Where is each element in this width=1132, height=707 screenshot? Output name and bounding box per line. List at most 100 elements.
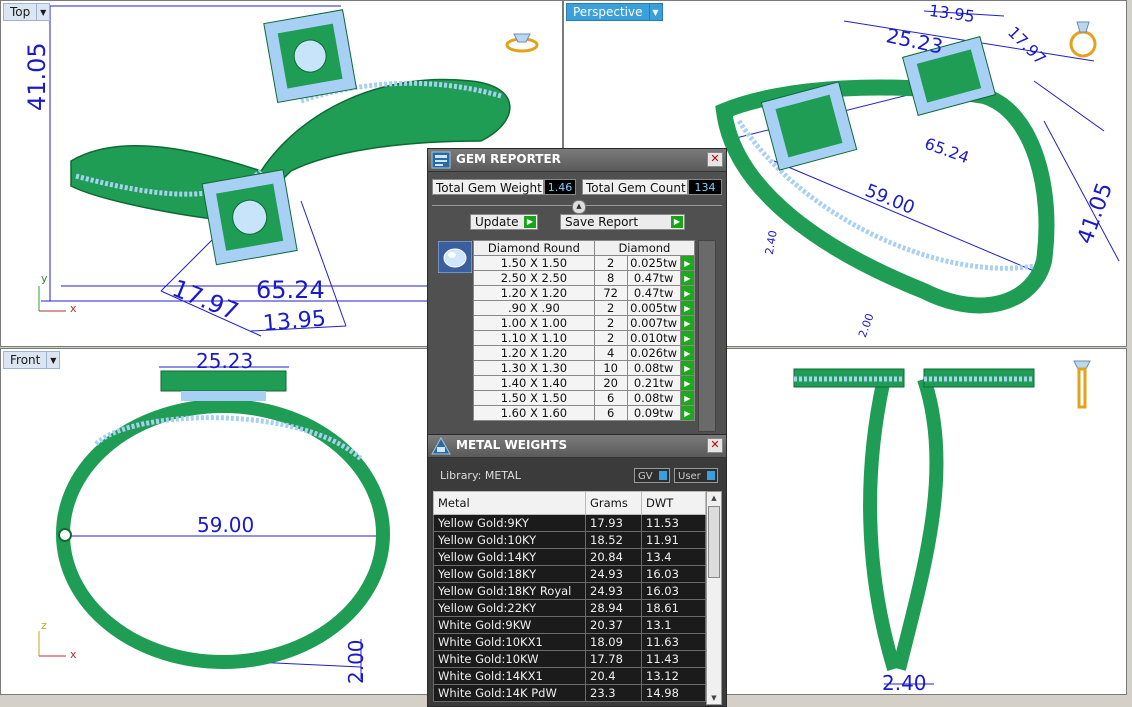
metal-weights-close-button[interactable]: ✕ — [707, 438, 723, 453]
metal-row[interactable]: White Gold:9KW 20.37 13.1 — [433, 616, 706, 634]
gem-count: 8 — [593, 270, 628, 286]
axis-x-label: x — [70, 302, 77, 315]
total-gem-count-label: Total Gem Count — [582, 179, 688, 195]
gem-row[interactable]: .90 X .90 2 0.005tw ▶ — [473, 300, 696, 316]
gem-row[interactable]: 1.40 X 1.40 20 0.21tw ▶ — [473, 375, 696, 391]
chevron-down-icon[interactable]: ▼ — [36, 4, 49, 20]
gem-count: 2 — [593, 255, 628, 271]
gem-reporter-panel[interactable]: GEM REPORTER ✕ Total Gem Weight 1.46 Tot… — [427, 148, 727, 435]
scrollbar-thumb[interactable] — [708, 506, 720, 578]
viewport-top-label: Top — [10, 5, 31, 19]
metal-row[interactable]: Yellow Gold:18KY Royal 24.93 16.03 — [433, 582, 706, 600]
gem-row-expand-button[interactable]: ▶ — [679, 345, 696, 361]
gem-reporter-close-button[interactable]: ✕ — [707, 152, 723, 167]
viewport-front-tab[interactable]: Front ▼ — [3, 351, 61, 369]
chevron-up-icon[interactable]: ▲ — [572, 200, 586, 214]
metal-name: Yellow Gold:22KY — [433, 599, 586, 617]
metal-name: Yellow Gold:9KY — [433, 514, 586, 532]
gem-size: 1.50 X 1.50 — [473, 390, 595, 406]
user-toggle[interactable]: User — [674, 468, 718, 483]
metal-weights-panel[interactable]: METAL WEIGHTS ✕ Library: METAL GV User M… — [427, 434, 727, 707]
gem-row-expand-button[interactable]: ▶ — [679, 375, 696, 391]
metal-row[interactable]: White Gold:10KX1 18.09 11.63 — [433, 633, 706, 651]
viewport-perspective-tab[interactable]: Perspective ▼ — [566, 3, 663, 21]
gem-row-expand-button[interactable]: ▶ — [679, 330, 696, 346]
chevron-down-icon[interactable]: ▼ — [707, 692, 721, 704]
gv-toggle[interactable]: GV — [634, 468, 670, 483]
save-report-button[interactable]: Save Report ▶ — [560, 214, 685, 230]
gem-count: 20 — [593, 375, 628, 391]
viewport-top-tab[interactable]: Top ▼ — [3, 3, 51, 21]
metal-col-grams: Grams — [585, 491, 642, 515]
gem-row-expand-button[interactable]: ▶ — [679, 390, 696, 406]
axis-x-label: x — [70, 648, 77, 661]
metal-row[interactable]: White Gold:14KX1 20.4 13.12 — [433, 667, 706, 685]
gem-count: 2 — [593, 300, 628, 316]
gem-row[interactable]: 1.00 X 1.00 2 0.007tw ▶ — [473, 315, 696, 331]
play-icon: ▶ — [671, 216, 683, 228]
total-gem-weight-label: Total Gem Weight — [432, 179, 544, 195]
metal-row[interactable]: Yellow Gold:9KY 17.93 11.53 — [433, 514, 706, 532]
ring-icon — [1073, 360, 1091, 409]
top-dim-width: 65.24 — [256, 276, 325, 304]
viewport-front-label: Front — [10, 353, 41, 367]
metal-name: Yellow Gold:18KY Royal — [433, 582, 586, 600]
gem-row-expand-button[interactable]: ▶ — [679, 285, 696, 301]
metal-row[interactable]: White Gold:10KW 17.78 11.43 — [433, 650, 706, 668]
play-icon: ▶ — [684, 258, 691, 268]
gem-row[interactable]: 1.60 X 1.60 6 0.09tw ▶ — [473, 405, 696, 421]
gem-row[interactable]: 2.50 X 2.50 8 0.47tw ▶ — [473, 270, 696, 286]
gem-count: 2 — [593, 330, 628, 346]
gem-row-expand-button[interactable]: ▶ — [679, 315, 696, 331]
metal-row[interactable]: Yellow Gold:22KY 28.94 18.61 — [433, 599, 706, 617]
gem-size: 1.20 X 1.20 — [473, 345, 595, 361]
metal-dwt: 11.43 — [641, 650, 706, 668]
metal-table-scrollbar[interactable]: ▲ ▼ — [706, 491, 722, 705]
chevron-down-icon[interactable]: ▼ — [648, 4, 662, 20]
metal-grams: 18.09 — [585, 633, 642, 651]
update-button[interactable]: Update ▶ — [470, 214, 538, 230]
metal-row[interactable]: White Gold:14K PdW 23.3 14.98 — [433, 684, 706, 702]
gem-row[interactable]: 1.50 X 1.50 2 0.025tw ▶ — [473, 255, 696, 271]
metal-name: Yellow Gold:10KY — [433, 531, 586, 549]
gem-row[interactable]: 1.20 X 1.20 72 0.47tw ▶ — [473, 285, 696, 301]
gem-weight: 0.026tw — [626, 345, 681, 361]
splitter-handle[interactable]: ▲ — [432, 200, 722, 214]
metal-row[interactable]: Yellow Gold:10KY 18.52 11.91 — [433, 531, 706, 549]
gem-weight: 0.005tw — [626, 300, 681, 316]
gem-row-expand-button[interactable]: ▶ — [679, 300, 696, 316]
gem-row[interactable]: 1.50 X 1.50 6 0.08tw ▶ — [473, 390, 696, 406]
gem-size: 1.60 X 1.60 — [473, 405, 595, 421]
gem-row[interactable]: 1.10 X 1.10 2 0.010tw ▶ — [473, 330, 696, 346]
gem-row-expand-button[interactable]: ▶ — [679, 270, 696, 286]
gem-count: 72 — [593, 285, 628, 301]
total-gem-count-value: 134 — [688, 179, 722, 195]
metal-grams: 28.94 — [585, 599, 642, 617]
play-icon: ▶ — [684, 273, 691, 283]
metal-row[interactable]: Yellow Gold:18KY 24.93 16.03 — [433, 565, 706, 583]
axis-z-label: z — [41, 619, 47, 632]
metal-weights-titlebar[interactable]: METAL WEIGHTS ✕ — [428, 435, 726, 458]
gem-row[interactable]: 1.20 X 1.20 4 0.026tw ▶ — [473, 345, 696, 361]
gem-row-expand-button[interactable]: ▶ — [679, 360, 696, 376]
play-icon: ▶ — [684, 318, 691, 328]
metal-grams: 17.93 — [585, 514, 642, 532]
toggle-indicator-icon — [707, 471, 715, 480]
chevron-down-icon[interactable]: ▼ — [46, 352, 59, 368]
metal-dwt: 11.63 — [641, 633, 706, 651]
gem-table-scrollbar[interactable] — [698, 240, 716, 432]
metal-dwt: 11.91 — [641, 531, 706, 549]
metal-row[interactable]: Yellow Gold:14KY 20.84 13.4 — [433, 548, 706, 566]
gem-weight: 0.47tw — [626, 285, 681, 301]
gem-row[interactable]: 1.30 X 1.30 10 0.08tw ▶ — [473, 360, 696, 376]
gem-weight: 0.025tw — [626, 255, 681, 271]
gem-weight: 0.08tw — [626, 390, 681, 406]
metal-grams: 18.52 — [585, 531, 642, 549]
chevron-up-icon[interactable]: ▲ — [707, 492, 721, 504]
metal-name: White Gold:10KW — [433, 650, 586, 668]
gem-count: 2 — [593, 315, 628, 331]
gem-row-expand-button[interactable]: ▶ — [679, 405, 696, 421]
gem-reporter-titlebar[interactable]: GEM REPORTER ✕ — [428, 149, 726, 172]
metal-dwt: 14.98 — [641, 684, 706, 702]
gem-row-expand-button[interactable]: ▶ — [679, 255, 696, 271]
